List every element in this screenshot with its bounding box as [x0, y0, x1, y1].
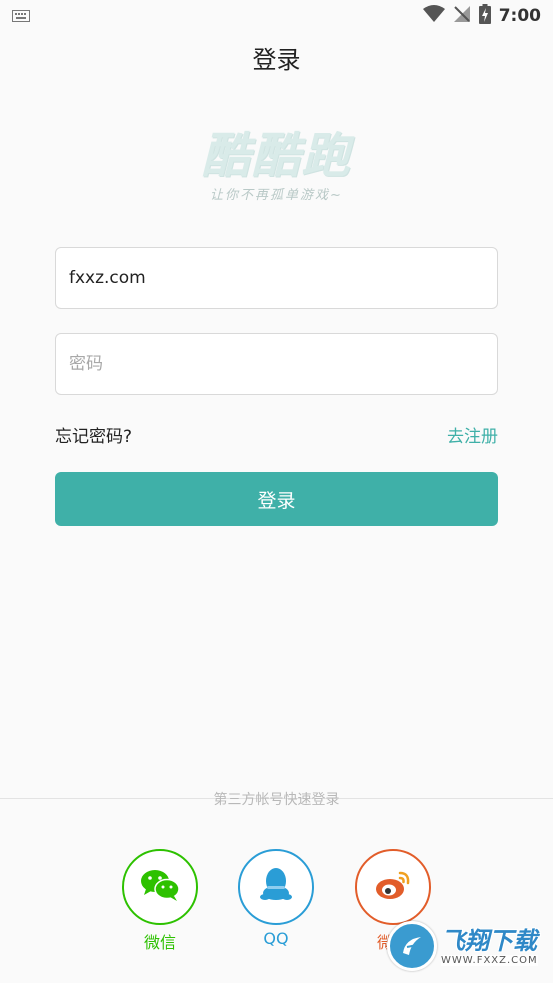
watermark-title: 飞翔下载 [441, 926, 537, 955]
keyboard-icon [12, 7, 30, 26]
no-signal-icon [453, 5, 471, 27]
login-button[interactable]: 登录 [55, 472, 498, 526]
status-time: 7:00 [498, 6, 541, 26]
logo-slogan: 让你不再孤单游戏~ [210, 188, 343, 203]
qq-label: QQ [263, 929, 289, 948]
watermark-url: WWW.FXXZ.COM [441, 954, 538, 966]
wechat-icon [140, 868, 180, 906]
username-input[interactable] [55, 247, 498, 309]
qq-circle[interactable] [238, 849, 314, 925]
wechat-login-button[interactable]: 微信 [122, 849, 198, 953]
watermark: 飞翔下载 WWW.FXXZ.COM [387, 918, 547, 974]
weibo-icon [374, 869, 412, 905]
wechat-circle[interactable] [122, 849, 198, 925]
wechat-label: 微信 [143, 933, 176, 952]
forgot-password-link[interactable]: 忘记密码? [55, 422, 132, 447]
weibo-circle[interactable] [355, 849, 431, 925]
qq-login-button[interactable]: QQ [238, 849, 314, 948]
logo-text: 酷酷跑 [201, 128, 352, 184]
wifi-icon [422, 5, 445, 27]
qq-icon [260, 867, 292, 907]
register-link[interactable]: 去注册 [447, 422, 498, 447]
watermark-logo-icon [387, 921, 437, 971]
battery-charging-icon [478, 4, 491, 28]
app-logo: 酷酷跑 让你不再孤单游戏~ [0, 128, 553, 203]
page-title: 登录 [252, 46, 301, 74]
status-bar: 7:00 [0, 0, 553, 32]
password-input[interactable] [55, 333, 498, 395]
third-party-label: 第三方帐号快速登录 [213, 792, 340, 808]
